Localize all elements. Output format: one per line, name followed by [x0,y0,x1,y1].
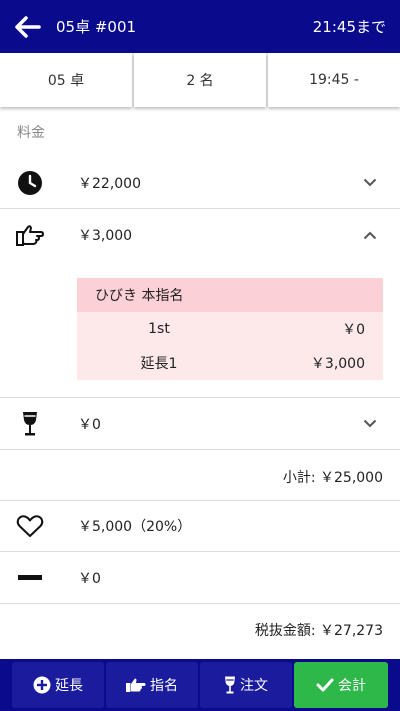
expand-button[interactable] [340,178,400,187]
list-item: 延長1 ￥3,000 [77,346,383,380]
pointing-hand-icon [16,225,44,246]
order-label: 注文 [240,678,268,694]
wine-glass-icon [23,411,37,435]
subtotal: 小計: ￥25,000 [282,470,383,486]
extend-button[interactable]: 延長 [12,662,104,708]
info-row: 05 卓 2 名 19:45 - [0,53,400,107]
charge-amount: ￥22,000 [78,175,141,192]
charge-row-service[interactable]: ￥5,000（20%） [0,501,400,552]
charge-amount: ￥3,000 [78,228,133,244]
line-value: ￥0 [342,322,365,338]
end-time: 21:45まで [312,18,386,36]
charge-amount: ￥5,000（20%） [78,519,192,535]
pointing-hand-icon [126,678,146,692]
arrow-left-icon [15,15,41,38]
collapse-button[interactable] [340,231,400,240]
footer-toolbar: 延長 指名 注文 会計 [0,659,400,711]
total-excluding-tax: 税抜金額: ￥27,273 [254,623,383,639]
nominate-label: 指名 [150,678,178,694]
clock-icon [18,170,42,195]
charge-amount: ￥0 [78,570,101,587]
section-label: 料金 [17,125,45,141]
table-number-button[interactable]: 05 卓 [0,53,132,107]
minus-icon [18,574,42,580]
back-button[interactable] [0,0,56,53]
line-value: ￥3,000 [310,356,365,372]
start-time-button[interactable]: 19:45 - [268,53,400,107]
wine-glass-icon [225,676,235,694]
charge-row-time[interactable]: ￥22,000 [0,157,400,209]
charge-row-drinks[interactable]: ￥0 [0,398,400,450]
nomination-name: ひびき 本指名 [77,278,383,312]
charge-amount: ￥0 [78,416,101,433]
nominate-button[interactable]: 指名 [106,662,198,708]
checkout-button[interactable]: 会計 [294,662,388,708]
extend-label: 延長 [55,678,83,694]
charge-row-discount[interactable]: ￥0 [0,552,400,604]
expand-button[interactable] [340,419,400,428]
check-icon [316,678,334,692]
app-header: 05卓 #001 21:45まで [0,0,400,53]
chevron-down-icon [363,178,377,187]
charge-row-nomination[interactable]: ￥3,000 [0,209,400,261]
line-label: 1st [148,321,170,337]
chevron-down-icon [363,419,377,428]
chevron-up-icon [363,231,377,239]
page-title: 05卓 #001 [56,18,137,36]
plus-circle-icon [33,676,51,694]
list-item: 1st ￥0 [77,312,383,346]
heart-icon [16,515,44,537]
checkout-label: 会計 [338,678,366,694]
nomination-detail: ひびき 本指名 1st ￥0 延長1 ￥3,000 [77,278,383,380]
order-button[interactable]: 注文 [200,662,292,708]
guest-count-button[interactable]: 2 名 [134,53,266,107]
line-label: 延長1 [140,356,178,372]
